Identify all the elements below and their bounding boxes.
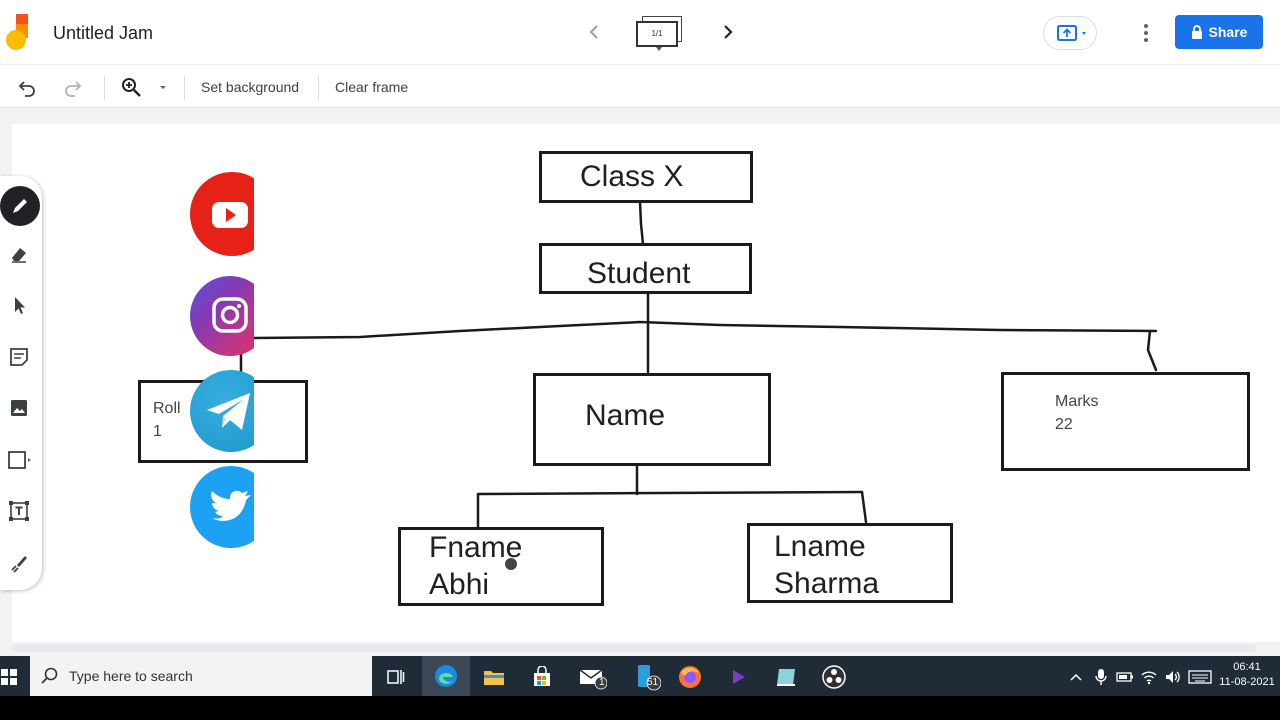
select-tool[interactable] (4, 290, 34, 320)
line-to-marks (1146, 329, 1158, 372)
text-box-icon (9, 501, 29, 521)
chevron-up-icon (1070, 673, 1082, 681)
youtube-icon (190, 172, 254, 256)
pen-icon (13, 199, 27, 213)
file-explorer-button[interactable] (472, 660, 516, 694)
roll-value: 1 (153, 423, 162, 440)
notes-app-icon (777, 669, 795, 686)
roll-title: Roll (153, 400, 181, 417)
mail-badge: 1 (599, 677, 605, 688)
text-box-tool[interactable] (4, 496, 34, 526)
fname-value: Abhi (429, 568, 490, 601)
keyboard-indicator[interactable] (1186, 660, 1214, 694)
pen-tool[interactable] (0, 186, 40, 226)
folder-icon (484, 671, 504, 685)
speaker-icon (1166, 671, 1180, 683)
name-label: Name (585, 399, 666, 432)
class-label: Class X (580, 160, 684, 193)
show-hidden-icons-button[interactable] (1066, 660, 1086, 694)
marks-box: Marks 22 (1001, 372, 1250, 471)
student-label: Student (587, 257, 691, 290)
laser-tool[interactable] (4, 548, 34, 578)
battery-icon (1116, 672, 1133, 682)
sticky-note-icon (10, 348, 28, 366)
eraser-tool[interactable] (4, 239, 34, 269)
shape-tool[interactable] (4, 445, 34, 475)
lname-box: Lname Sharma (747, 523, 953, 603)
firefox-button[interactable] (668, 660, 712, 694)
student-box: Student (539, 243, 752, 294)
sticky-note-tool[interactable] (4, 342, 34, 372)
telegram-icon (190, 370, 254, 452)
obs-icon (822, 665, 846, 689)
name-box: Name (533, 373, 771, 466)
phone-badge: 51 (647, 677, 659, 688)
lname-value: Sharma (774, 567, 880, 600)
app-button-teal[interactable] (764, 660, 808, 694)
laser-pointer-icon (11, 556, 27, 573)
mail-button[interactable]: 1 (570, 660, 614, 694)
store-button[interactable] (520, 660, 564, 694)
taskbar-clock[interactable]: 06:41 11-08-2021 (1218, 660, 1276, 690)
image-tool[interactable] (4, 393, 34, 423)
firefox-icon (679, 666, 701, 688)
wifi-icon (1141, 671, 1157, 685)
lname-title: Lname (774, 530, 866, 563)
windows-start-button[interactable] (0, 660, 24, 694)
instagram-icon (190, 276, 254, 356)
marks-value: 22 (1055, 416, 1073, 433)
twitter-icon (190, 466, 254, 548)
connector-lines (239, 200, 1158, 532)
edge-taskbar-button[interactable] (422, 656, 470, 696)
fname-box: Fname Abhi (398, 527, 604, 606)
phone-link-button[interactable]: 51 (624, 660, 668, 694)
line-name-branches (476, 490, 864, 496)
app-button-purple[interactable] (716, 660, 760, 694)
clock-date: 11-08-2021 (1219, 676, 1275, 688)
line-student-branches (248, 320, 1158, 340)
store-icon (534, 666, 550, 686)
cursor-arrow-icon (15, 297, 25, 314)
obs-button[interactable] (812, 660, 856, 694)
cursor-dot (505, 558, 517, 570)
windows-taskbar: Type here to search 1 51 06:41 11-08-202… (0, 656, 1280, 696)
edge-icon (435, 665, 457, 687)
microphone-indicator[interactable] (1090, 660, 1112, 694)
network-indicator[interactable] (1138, 660, 1160, 694)
play-shape-icon (733, 670, 745, 684)
class-box: Class X (539, 151, 753, 203)
task-view-icon (387, 670, 405, 684)
image-icon (11, 400, 27, 416)
search-icon (41, 667, 58, 684)
battery-indicator[interactable] (1114, 660, 1136, 694)
eraser-icon (12, 248, 26, 263)
marks-title: Marks (1055, 393, 1099, 410)
taskbar-search-input[interactable]: Type here to search (30, 656, 372, 696)
tools-panel (0, 176, 42, 590)
search-placeholder: Type here to search (69, 668, 193, 684)
square-shape-icon (8, 451, 31, 469)
task-view-button[interactable] (373, 660, 417, 694)
microphone-icon (1095, 669, 1107, 685)
line-class-student (638, 200, 645, 246)
keyboard-icon (1188, 670, 1212, 684)
bottom-letterbox (0, 696, 1280, 720)
windows-icon (1, 669, 17, 685)
volume-indicator[interactable] (1162, 660, 1184, 694)
line-to-lname (860, 490, 868, 524)
clock-time: 06:41 (1233, 661, 1261, 673)
